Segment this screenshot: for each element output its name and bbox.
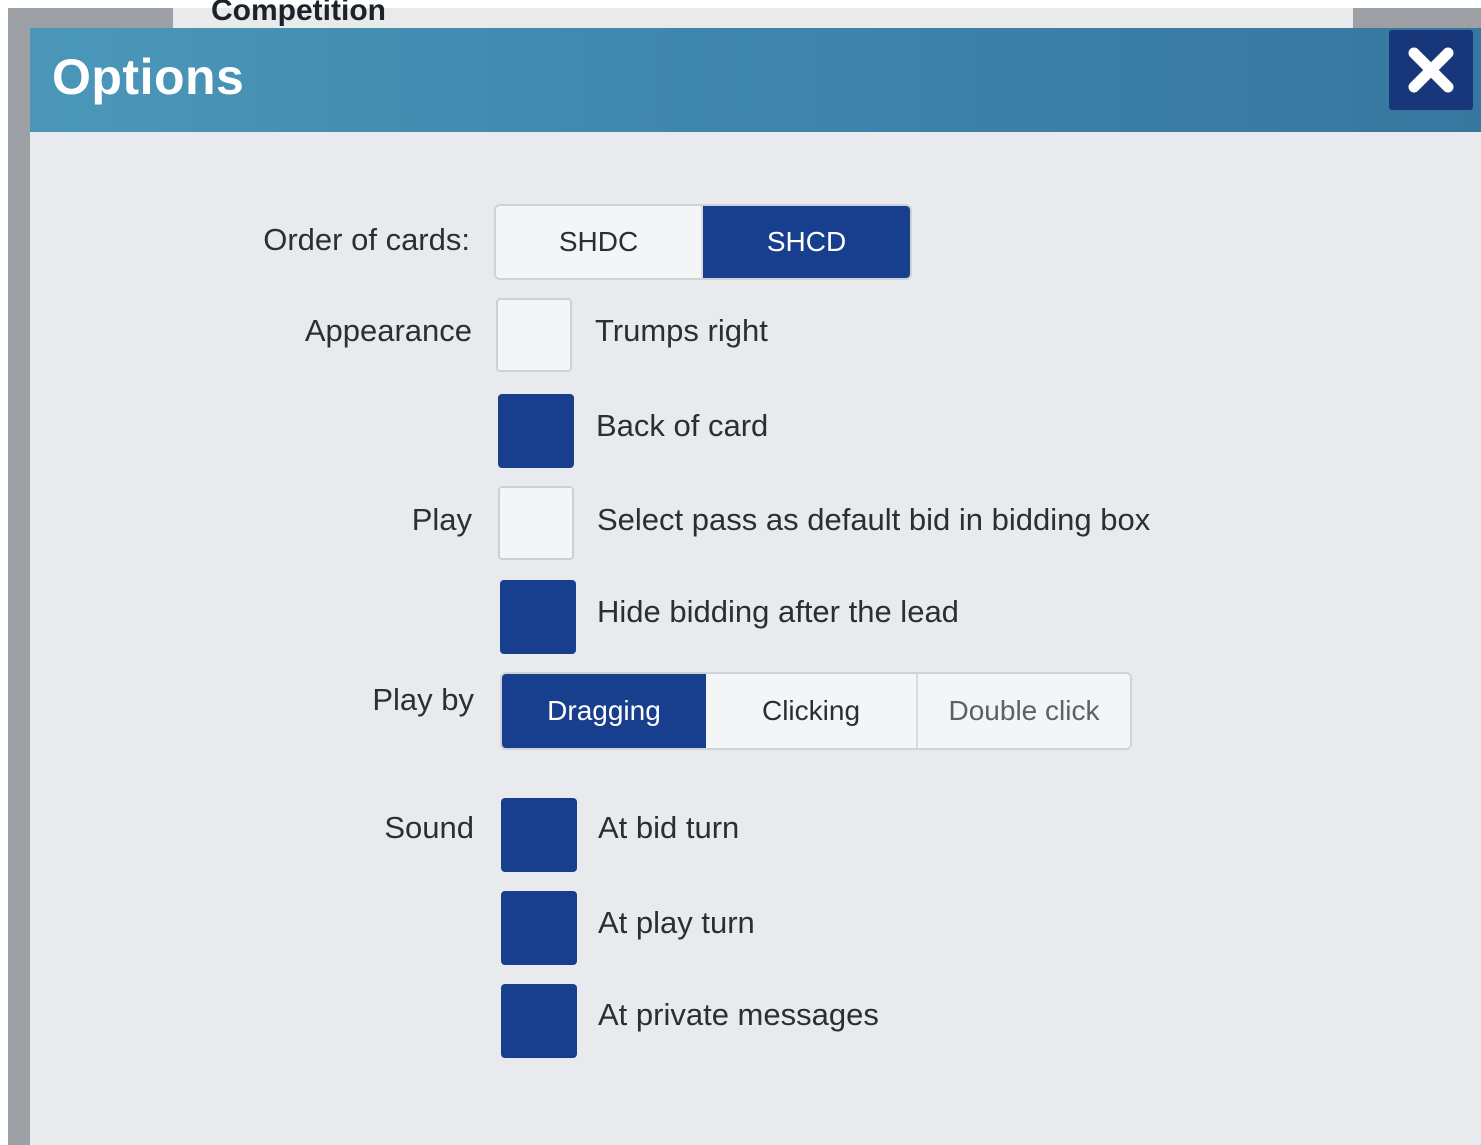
order-option-shdc[interactable]: SHDC xyxy=(496,206,701,278)
appearance-label: Appearance xyxy=(304,313,472,348)
play-by-dragging[interactable]: Dragging xyxy=(502,674,706,748)
play-by-selector: Dragging Clicking Double click xyxy=(500,672,1132,750)
play-turn-sound-label: At play turn xyxy=(598,905,755,940)
close-icon xyxy=(1408,47,1454,93)
bid-turn-sound-label: At bid turn xyxy=(598,810,740,845)
trumps-right-label: Trumps right xyxy=(595,313,768,348)
hide-bidding-label: Hide bidding after the lead xyxy=(597,594,959,629)
options-dialog: Options Order of cards: SHDC SHCD Appear… xyxy=(30,28,1481,1145)
private-messages-sound-label: At private messages xyxy=(598,997,879,1032)
dialog-title: Options xyxy=(52,49,245,105)
order-option-shcd[interactable]: SHCD xyxy=(701,206,910,278)
hide-bidding-checkbox[interactable] xyxy=(500,580,576,654)
bid-turn-sound-checkbox[interactable] xyxy=(501,798,577,872)
order-of-cards-label: Order of cards: xyxy=(263,222,470,257)
play-by-label: Play by xyxy=(372,682,474,717)
back-of-card-label: Back of card xyxy=(596,408,769,443)
back-of-card-checkbox[interactable] xyxy=(498,394,574,468)
close-button[interactable] xyxy=(1389,30,1473,110)
play-label: Play xyxy=(411,502,472,537)
play-by-clicking[interactable]: Clicking xyxy=(706,674,916,748)
default-pass-checkbox[interactable] xyxy=(498,486,574,560)
order-of-cards-selector: SHDC SHCD xyxy=(494,204,912,280)
background-tab-label: Competition xyxy=(211,0,386,27)
play-by-double-click[interactable]: Double click xyxy=(916,674,1130,748)
private-messages-sound-checkbox[interactable] xyxy=(501,984,577,1058)
sound-label: Sound xyxy=(384,810,474,845)
play-turn-sound-checkbox[interactable] xyxy=(501,891,577,965)
dialog-titlebar: Options xyxy=(30,28,1481,132)
default-pass-label: Select pass as default bid in bidding bo… xyxy=(597,502,1151,537)
trumps-right-checkbox[interactable] xyxy=(496,298,572,372)
